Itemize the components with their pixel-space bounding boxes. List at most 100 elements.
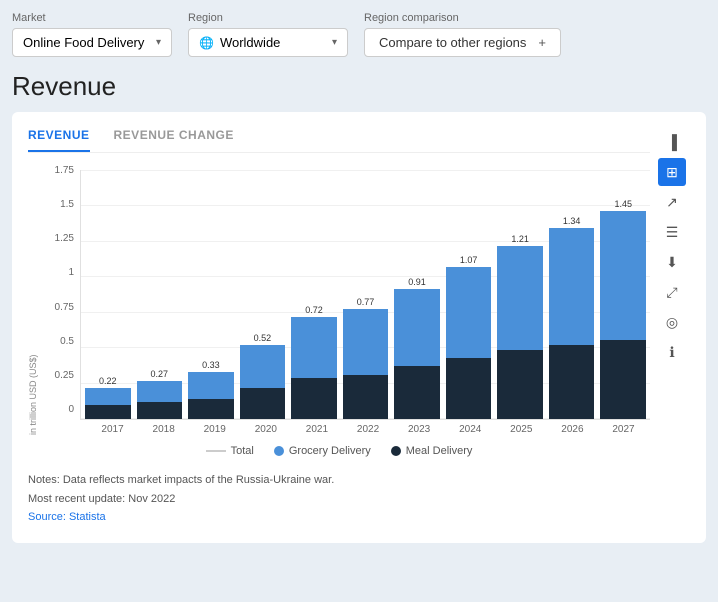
bar-meal bbox=[446, 358, 492, 419]
y-tick: 1.5 bbox=[40, 199, 74, 210]
bar-value-label: 0.72 bbox=[305, 305, 323, 315]
bar-meal bbox=[137, 402, 183, 419]
bar-grocery bbox=[549, 228, 595, 345]
bar-grocery bbox=[137, 381, 183, 402]
legend-label: Total bbox=[231, 445, 254, 457]
info-icon[interactable]: ℹ bbox=[658, 338, 686, 366]
bar-grocery bbox=[85, 388, 131, 405]
bar-grocery bbox=[394, 289, 440, 366]
bar-chart-icon[interactable]: ▐ bbox=[658, 128, 686, 156]
grid-chart-icon[interactable]: ⊞ bbox=[658, 158, 686, 186]
trend-icon[interactable]: ↗ bbox=[658, 188, 686, 216]
bar-grocery bbox=[291, 317, 337, 378]
bar-stack bbox=[240, 345, 286, 419]
x-label: 2021 bbox=[294, 424, 339, 435]
page-title: Revenue bbox=[12, 71, 706, 102]
legend-item-grocery: Grocery Delivery bbox=[274, 445, 371, 457]
y-tick: 1.25 bbox=[40, 233, 74, 244]
region-dropdown[interactable]: 🌐 Worldwide ▾ bbox=[188, 28, 348, 57]
bar-value-label: 1.07 bbox=[460, 255, 478, 265]
bar-value-label: 0.22 bbox=[99, 376, 117, 386]
bar-meal bbox=[394, 366, 440, 419]
bar-grocery bbox=[446, 267, 492, 358]
bar-grocery bbox=[497, 246, 543, 350]
bar-value-label: 1.21 bbox=[511, 234, 529, 244]
y-axis: 1.751.51.2510.750.50.250 bbox=[40, 165, 80, 435]
chart-legend: Total Grocery Delivery Meal Delivery bbox=[28, 445, 650, 457]
market-label: Market bbox=[12, 12, 172, 24]
notes-line2: Most recent update: Nov 2022 bbox=[28, 490, 650, 509]
y-tick: 0 bbox=[40, 404, 74, 415]
x-label: 2023 bbox=[397, 424, 442, 435]
hide-icon[interactable]: ◎ bbox=[658, 308, 686, 336]
region-label: Region bbox=[188, 12, 348, 24]
compare-button[interactable]: Compare to other regions + bbox=[364, 28, 561, 57]
bar-stack bbox=[497, 246, 543, 419]
x-label: 2019 bbox=[192, 424, 237, 435]
legend-item-meal: Meal Delivery bbox=[391, 445, 473, 457]
bar-value-label: 1.34 bbox=[563, 216, 581, 226]
bar-group: 1.07 bbox=[446, 170, 492, 419]
download-icon[interactable]: ⬇ bbox=[658, 248, 686, 276]
legend-item-total: Total bbox=[206, 445, 254, 457]
legend-dot-icon bbox=[274, 446, 284, 456]
bars-section: 0.220.270.330.520.720.770.911.071.211.34… bbox=[80, 170, 650, 435]
x-label: 2027 bbox=[601, 424, 646, 435]
tab-revenue[interactable]: REVENUE bbox=[28, 128, 90, 152]
bar-stack bbox=[188, 372, 234, 419]
source-link[interactable]: Source: Statista bbox=[28, 511, 106, 523]
expand-icon[interactable]: ⤢ bbox=[658, 278, 686, 306]
tab-revenue-change[interactable]: REVENUE CHANGE bbox=[114, 128, 234, 152]
region-filter-group: Region 🌐 Worldwide ▾ bbox=[188, 12, 348, 57]
bar-value-label: 1.45 bbox=[614, 199, 632, 209]
bar-meal bbox=[240, 388, 286, 419]
comparison-label: Region comparison bbox=[364, 12, 561, 24]
bars-wrapper: 0.220.270.330.520.720.770.911.071.211.34… bbox=[81, 170, 650, 419]
market-chevron-icon: ▾ bbox=[156, 37, 161, 48]
bar-stack bbox=[137, 381, 183, 419]
market-dropdown[interactable]: Online Food Delivery ▾ bbox=[12, 28, 172, 57]
bar-meal bbox=[85, 405, 131, 419]
x-axis: 2017201820192020202120222023202420252026… bbox=[80, 420, 650, 435]
x-label: 2026 bbox=[550, 424, 595, 435]
bar-stack bbox=[549, 228, 595, 419]
globe-icon: 🌐 bbox=[199, 36, 214, 50]
bar-grocery bbox=[343, 309, 389, 375]
bars-row: 0.220.270.330.520.720.770.911.071.211.34… bbox=[80, 170, 650, 420]
compare-plus-icon: + bbox=[538, 35, 546, 50]
bar-group: 1.21 bbox=[497, 170, 543, 419]
y-tick: 0.75 bbox=[40, 302, 74, 313]
bar-stack bbox=[291, 317, 337, 419]
top-bar: Market Online Food Delivery ▾ Region 🌐 W… bbox=[12, 12, 706, 57]
y-tick: 1 bbox=[40, 267, 74, 278]
table-icon[interactable]: ☰ bbox=[658, 218, 686, 246]
bar-value-label: 0.77 bbox=[357, 297, 375, 307]
comparison-filter-group: Region comparison Compare to other regio… bbox=[364, 12, 561, 57]
bar-value-label: 0.52 bbox=[254, 333, 272, 343]
x-label: 2024 bbox=[448, 424, 493, 435]
bar-stack bbox=[394, 289, 440, 419]
x-label: 2018 bbox=[141, 424, 186, 435]
bar-stack bbox=[343, 309, 389, 419]
chart-container: in trillion USD (US$) 1.751.51.2510.750.… bbox=[28, 165, 650, 435]
bar-meal bbox=[343, 375, 389, 419]
bar-group: 0.72 bbox=[291, 170, 337, 419]
notes-line3: Source: Statista bbox=[28, 508, 650, 527]
bar-stack bbox=[600, 211, 646, 419]
bar-grocery bbox=[188, 372, 234, 399]
bar-group: 1.45 bbox=[600, 170, 646, 419]
bar-group: 0.77 bbox=[343, 170, 389, 419]
bar-meal bbox=[291, 378, 337, 419]
compare-value: Compare to other regions bbox=[379, 35, 526, 50]
chart-area: REVENUE REVENUE CHANGE in trillion USD (… bbox=[28, 128, 650, 527]
y-tick: 0.5 bbox=[40, 336, 74, 347]
y-tick: 0.25 bbox=[40, 370, 74, 381]
bar-meal bbox=[549, 345, 595, 419]
revenue-card: REVENUE REVENUE CHANGE in trillion USD (… bbox=[12, 112, 706, 543]
bar-stack bbox=[446, 267, 492, 419]
legend-label: Grocery Delivery bbox=[289, 445, 371, 457]
bar-group: 0.22 bbox=[85, 170, 131, 419]
x-label: 2017 bbox=[90, 424, 135, 435]
bar-group: 0.27 bbox=[137, 170, 183, 419]
chart-notes: Notes: Data reflects market impacts of t… bbox=[28, 471, 650, 527]
